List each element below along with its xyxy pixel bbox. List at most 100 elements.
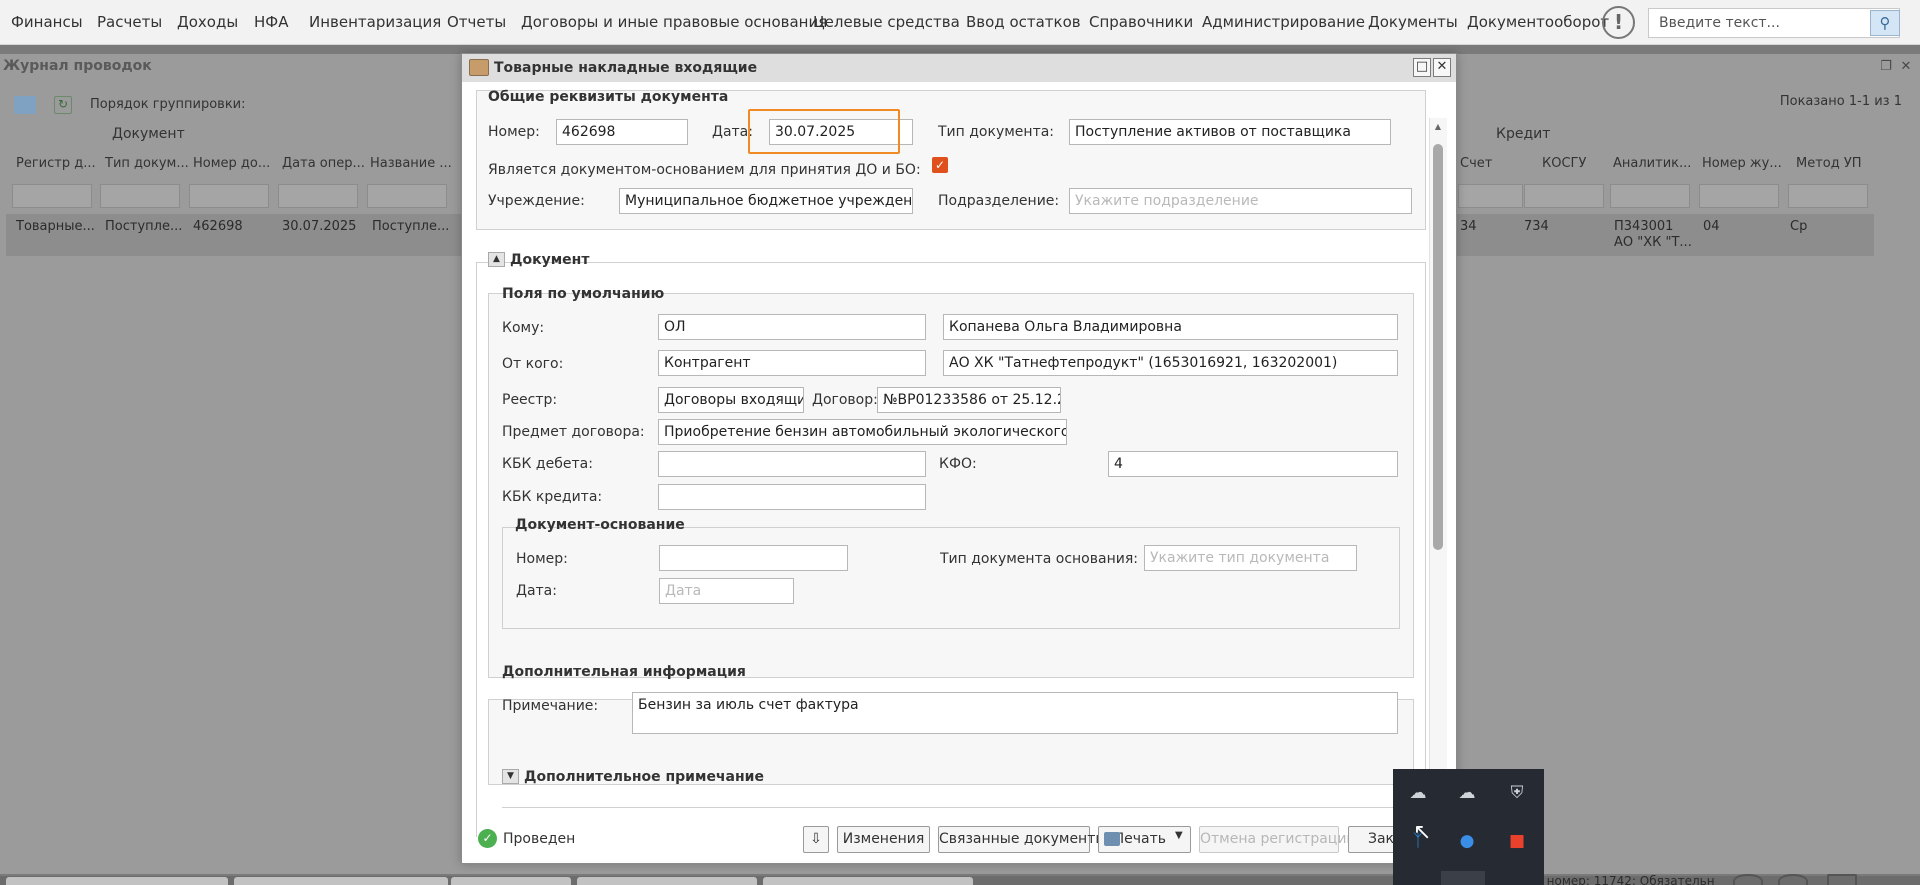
col-header[interactable]: Номер до... [193, 156, 270, 171]
kbk-debit-field[interactable] [658, 451, 926, 477]
bottom-tab[interactable] [577, 877, 757, 885]
settings-icon[interactable] [1778, 874, 1808, 885]
export-icon[interactable]: ⇩ [803, 826, 829, 853]
note-field[interactable]: Бензин за июль счет фактура [632, 692, 1398, 734]
related-docs-button[interactable]: Связанные документы [938, 826, 1106, 853]
subject-label: Предмет договора: [502, 424, 645, 440]
filter-input[interactable] [1610, 184, 1690, 208]
basis-type-field[interactable]: Укажите тип документа [1144, 545, 1357, 571]
menu-settlements[interactable]: Расчеты [97, 13, 162, 31]
org-label: Учреждение: [488, 193, 585, 209]
col-header[interactable]: Регистр д... [16, 156, 96, 171]
to-name-field[interactable]: Копанева Ольга Владимировна [943, 314, 1398, 340]
doc-type-field[interactable]: Поступление активов от поставщика [1069, 119, 1391, 145]
from-code-field[interactable]: Контрагент [658, 350, 926, 376]
dropdown-arrow-icon: ▼ [1175, 830, 1183, 841]
contract-field[interactable]: №ВР01233586 от 25.12.2 [877, 387, 1061, 413]
mail-icon[interactable] [1827, 874, 1857, 885]
refresh-icon[interactable]: ↻ [54, 96, 72, 114]
bottom-tab[interactable] [234, 877, 448, 885]
basis-checkbox[interactable]: ✓ [932, 157, 948, 173]
posted-check-icon: ✓ [478, 829, 497, 848]
alert-icon[interactable]: ! [1602, 6, 1635, 39]
cloud-offline-icon[interactable]: ☁ [1454, 783, 1480, 803]
menu-finance[interactable]: Финансы [11, 13, 83, 31]
col-header[interactable]: Метод УП [1796, 156, 1862, 171]
browser-icon[interactable]: ● [1454, 831, 1480, 851]
menu-inventory[interactable]: Инвентаризация [309, 13, 441, 31]
shown-count: Показано 1-1 из 1 [1779, 94, 1902, 109]
document-legend: Документ [510, 252, 590, 268]
from-name-field[interactable]: АО ХК "Татнефтепродукт" (1653016921, 163… [943, 350, 1398, 376]
filter-input[interactable] [1788, 184, 1868, 208]
filter-input[interactable] [189, 184, 269, 208]
col-header[interactable]: Дата опер... [282, 156, 365, 171]
search-icon[interactable]: ⚲ [1870, 10, 1900, 36]
menu-directories[interactable]: Справочники [1089, 13, 1193, 31]
org-field[interactable]: Муниципальное бюджетное учреждение [619, 188, 913, 214]
basis-legend: Документ-основание [515, 517, 685, 533]
dept-label: Подразделение: [938, 193, 1060, 209]
number-field[interactable]: 462698 [556, 119, 688, 145]
menu-target-funds[interactable]: Целевые средства [813, 13, 960, 31]
bottom-tab[interactable] [6, 877, 228, 885]
dept-field[interactable]: Укажите подразделение [1069, 188, 1412, 214]
extra-note-legend[interactable]: Дополнительное примечание [524, 769, 764, 785]
kfo-field[interactable]: 4 [1108, 451, 1398, 477]
menu-nfa[interactable]: НФА [254, 13, 288, 31]
table-cell: П343001 [1614, 219, 1674, 234]
status-text: п номер: 11742; Обязательн [1535, 874, 1715, 885]
menu-opening-balances[interactable]: Ввод остатков [966, 13, 1081, 31]
cancel-registration-button[interactable]: Отмена регистрации [1199, 826, 1356, 853]
basis-number-field[interactable] [659, 545, 848, 571]
top-menu: Финансы Расчеты Доходы НФА Инвентаризаци… [0, 0, 1920, 45]
changes-button[interactable]: Изменения [837, 826, 930, 853]
col-header[interactable]: Счет [1460, 156, 1492, 171]
bottom-tab[interactable] [763, 877, 973, 885]
print-menu-icon[interactable] [14, 96, 36, 114]
table-cell: 34 [1460, 219, 1477, 234]
menu-income[interactable]: Доходы [177, 13, 238, 31]
filter-input[interactable] [12, 184, 92, 208]
menu-documents[interactable]: Документы [1368, 13, 1458, 31]
col-header[interactable]: Аналитик... [1613, 156, 1691, 171]
col-header[interactable]: Название ... [370, 156, 452, 171]
search-input[interactable]: Введите текст... [1648, 8, 1900, 38]
close-icon[interactable]: ✕ [1433, 58, 1451, 77]
kbk-credit-field[interactable] [658, 484, 926, 510]
basis-date-field[interactable]: Дата [659, 578, 794, 604]
table-cell: Поступле... [372, 219, 450, 234]
bottom-tab[interactable] [451, 877, 571, 885]
from-label: От кого: [502, 356, 564, 372]
col-header[interactable]: КОСГУ [1542, 156, 1586, 171]
filter-input[interactable] [1699, 184, 1779, 208]
app-icon[interactable]: ■ [1504, 831, 1530, 851]
help-icon[interactable] [1733, 874, 1763, 885]
filter-input[interactable] [367, 184, 447, 208]
to-code-field[interactable]: ОЛ [658, 314, 926, 340]
maximize-icon[interactable]: □ [1413, 58, 1431, 77]
scrollbar-thumb[interactable] [1433, 144, 1443, 550]
menu-administration[interactable]: Администрирование [1202, 13, 1365, 31]
col-header[interactable]: Тип докум... [105, 156, 189, 171]
filter-input[interactable] [1524, 184, 1604, 208]
registry-field[interactable]: Договоры входящие [658, 387, 804, 413]
kbk-debit-label: КБК дебета: [502, 456, 593, 472]
table-cell: АО "ХК "Т... [1614, 235, 1692, 250]
cloud-offline-icon[interactable]: ☁ [1405, 783, 1431, 803]
table-cell: Поступле... [105, 219, 183, 234]
expand-icon[interactable]: ▼ [502, 769, 519, 784]
filter-input[interactable] [278, 184, 358, 208]
menu-document-flow[interactable]: Документооборот [1467, 13, 1609, 31]
menu-reports[interactable]: Отчеты [447, 13, 506, 31]
restore-icon[interactable]: ❐ [1878, 60, 1894, 76]
subject-field[interactable]: Приобретение бензин автомобильный эколог… [658, 419, 1067, 445]
filter-input[interactable] [100, 184, 180, 208]
security-shield-icon[interactable]: ⛨ [1504, 783, 1530, 803]
col-header[interactable]: Номер жу... [1702, 156, 1782, 171]
scroll-up-icon[interactable]: ▲ [1433, 122, 1443, 132]
close-icon[interactable]: ✕ [1898, 60, 1914, 76]
filter-input[interactable] [1458, 184, 1523, 208]
collapse-icon[interactable]: ▲ [488, 252, 505, 267]
menu-contracts[interactable]: Договоры и иные правовые основания [521, 13, 827, 31]
